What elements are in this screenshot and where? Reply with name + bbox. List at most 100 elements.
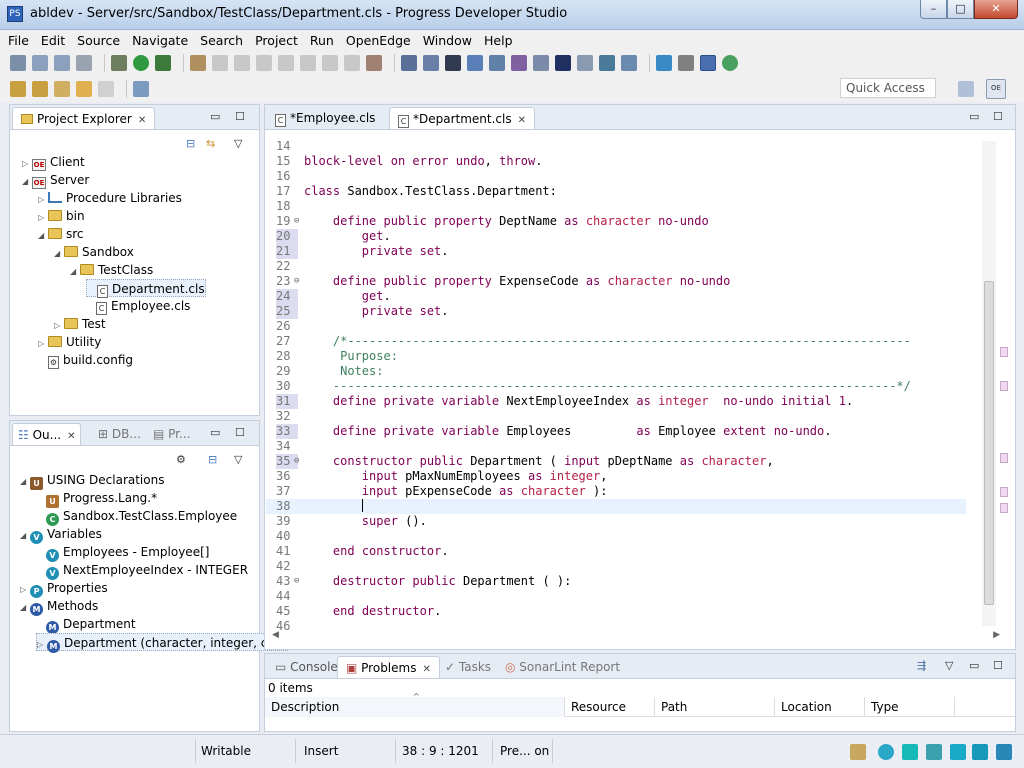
fold-collapse-icon[interactable]: ⊖ bbox=[294, 274, 299, 289]
vertical-scrollbar[interactable] bbox=[982, 141, 996, 626]
overview-ruler[interactable] bbox=[998, 141, 1012, 626]
tab-employee-cls[interactable]: C *Employee.cls bbox=[267, 107, 383, 129]
menu-source[interactable]: Source bbox=[77, 33, 120, 48]
code-line[interactable]: 43 ⊖ destructor public Department ( ): bbox=[266, 574, 966, 589]
search-icon[interactable] bbox=[423, 55, 439, 71]
outline-item[interactable]: ◢ U USING Declarations bbox=[20, 471, 164, 490]
menu-file[interactable]: File bbox=[8, 33, 29, 48]
new-icon[interactable] bbox=[10, 55, 26, 71]
step-over-icon[interactable] bbox=[322, 55, 338, 71]
column-path[interactable]: Path bbox=[655, 697, 775, 717]
menu-help[interactable]: Help bbox=[484, 33, 513, 48]
outline-item[interactable]: V Employees - Employee[] bbox=[36, 543, 209, 562]
tab-department-cls[interactable]: C *Department.cls ✕ bbox=[389, 107, 536, 129]
run-icon[interactable] bbox=[133, 55, 149, 71]
code-line[interactable]: 15 block-level on error undo, throw. bbox=[266, 154, 966, 169]
close-tab-icon[interactable]: ✕ bbox=[138, 115, 146, 126]
fold-collapse-icon[interactable]: ⊖ bbox=[294, 214, 299, 229]
resume-icon[interactable] bbox=[212, 55, 228, 71]
grid-icon[interactable] bbox=[401, 55, 417, 71]
column-type[interactable]: Type bbox=[865, 697, 955, 717]
open-perspective-icon[interactable] bbox=[958, 81, 974, 97]
tab-project-explorer[interactable]: Project Explorer ✕ bbox=[12, 107, 156, 129]
status-lock-icon[interactable] bbox=[850, 744, 866, 760]
outline-item[interactable]: ◢ M Methods bbox=[20, 597, 98, 617]
tab-sonarlint-report[interactable]: ◎ SonarLint Report bbox=[497, 656, 628, 678]
link-with-editor-icon[interactable]: ⇆ bbox=[206, 137, 215, 150]
code-line[interactable]: 38 bbox=[266, 499, 966, 514]
maximize-view-icon[interactable]: ☐ bbox=[235, 426, 245, 439]
close-tab-icon[interactable]: ✕ bbox=[422, 664, 430, 675]
copy-icon[interactable] bbox=[621, 55, 637, 71]
code-line[interactable]: 34 bbox=[266, 439, 966, 454]
close-tab-icon[interactable]: ✕ bbox=[518, 115, 526, 126]
code-line[interactable]: 31 define private variable NextEmployeeI… bbox=[266, 394, 966, 409]
focus-icon[interactable]: ⇶ bbox=[917, 659, 926, 672]
code-line[interactable]: 23 ⊖ define public property ExpenseCode a… bbox=[266, 274, 966, 289]
inspect-icon[interactable] bbox=[511, 55, 527, 71]
save-icon[interactable] bbox=[32, 55, 48, 71]
table-icon[interactable] bbox=[489, 55, 505, 71]
tree-item[interactable]: C Employee.cls bbox=[86, 297, 190, 315]
expand-arrow-icon[interactable]: ▷ bbox=[37, 636, 47, 654]
wand-icon[interactable] bbox=[190, 55, 206, 71]
brush-icon[interactable] bbox=[678, 55, 694, 71]
code-line[interactable]: 40 bbox=[266, 529, 966, 544]
code-line[interactable]: 28 Purpose: bbox=[266, 349, 966, 364]
tree-item[interactable]: ⚙ build.config bbox=[38, 351, 133, 369]
zoom-icon[interactable] bbox=[577, 55, 593, 71]
minimize-view-icon[interactable]: ▭ bbox=[210, 110, 220, 123]
close-button[interactable]: ✕ bbox=[974, 0, 1018, 19]
code-line[interactable]: 26 bbox=[266, 319, 966, 334]
code-line[interactable]: 44 bbox=[266, 589, 966, 604]
menu-navigate[interactable]: Navigate bbox=[132, 33, 188, 48]
suspend-icon[interactable] bbox=[234, 55, 250, 71]
fold-collapse-icon[interactable]: ⊖ bbox=[294, 454, 299, 469]
tree-item[interactable]: ▷ bin bbox=[38, 207, 85, 225]
code-line[interactable]: 35 ⊖ constructor public Department ( inpu… bbox=[266, 454, 966, 469]
minimize-view-icon[interactable]: ▭ bbox=[969, 659, 979, 672]
link-icon[interactable] bbox=[700, 55, 716, 71]
globe-icon[interactable] bbox=[599, 55, 615, 71]
tree-item[interactable]: ◢ Sandbox bbox=[54, 243, 134, 261]
code-line[interactable]: 21 private set. bbox=[266, 244, 966, 259]
menu-edit[interactable]: Edit bbox=[41, 33, 65, 48]
find-icon[interactable] bbox=[533, 55, 549, 71]
code-editor[interactable]: 14 15 block-level on error undo, throw. 16 1… bbox=[266, 131, 1014, 648]
code-line[interactable]: 20 get. bbox=[266, 229, 966, 244]
expand-arrow-icon[interactable]: ◢ bbox=[20, 527, 30, 545]
menu-search[interactable]: Search bbox=[200, 33, 243, 48]
status-monitor-icon[interactable] bbox=[950, 744, 966, 760]
tab-problems[interactable]: ▣ Problems ✕ bbox=[337, 656, 440, 678]
menu-project[interactable]: Project bbox=[255, 33, 298, 48]
open-window-icon[interactable] bbox=[133, 81, 149, 97]
code-line[interactable]: 18 bbox=[266, 199, 966, 214]
column-location[interactable]: Location bbox=[775, 697, 865, 717]
expand-arrow-icon[interactable]: ◢ bbox=[20, 599, 30, 617]
tree-item[interactable]: ◢ OE Server bbox=[22, 171, 89, 189]
tab-tasks[interactable]: ✓ Tasks bbox=[437, 656, 499, 678]
code-line[interactable]: 14 bbox=[266, 139, 966, 154]
overview-marker[interactable] bbox=[1000, 453, 1008, 463]
tree-item[interactable]: ▷ Test bbox=[54, 315, 106, 333]
outline-item[interactable]: ▷ M Department (character, integer, char bbox=[36, 633, 289, 654]
minimize-button[interactable]: – bbox=[920, 0, 947, 19]
step-return-icon[interactable] bbox=[344, 55, 360, 71]
outline-item[interactable]: M Department bbox=[36, 615, 136, 634]
status-grid-icon[interactable] bbox=[996, 744, 1012, 760]
layout-icon[interactable] bbox=[467, 55, 483, 71]
terminal-icon[interactable] bbox=[445, 55, 461, 71]
outline-item[interactable]: V NextEmployeeIndex - INTEGER bbox=[36, 561, 248, 580]
print-icon[interactable] bbox=[76, 55, 92, 71]
debug-icon[interactable] bbox=[111, 55, 127, 71]
run-external-icon[interactable] bbox=[155, 55, 171, 71]
outline-item[interactable]: ▷ P Properties bbox=[20, 579, 108, 598]
maximize-view-icon[interactable]: ☐ bbox=[993, 659, 1003, 672]
view-menu-icon[interactable]: ▽ bbox=[945, 659, 953, 672]
status-pen-icon[interactable] bbox=[926, 744, 942, 760]
outline-item[interactable]: ◢ V Variables bbox=[20, 525, 102, 545]
terminate-icon[interactable] bbox=[256, 55, 272, 71]
scroll-left-icon[interactable]: ◀ bbox=[272, 630, 279, 640]
tree-item[interactable]: ▷ OE Client bbox=[22, 153, 85, 171]
vertical-scroll-thumb[interactable] bbox=[984, 281, 994, 605]
